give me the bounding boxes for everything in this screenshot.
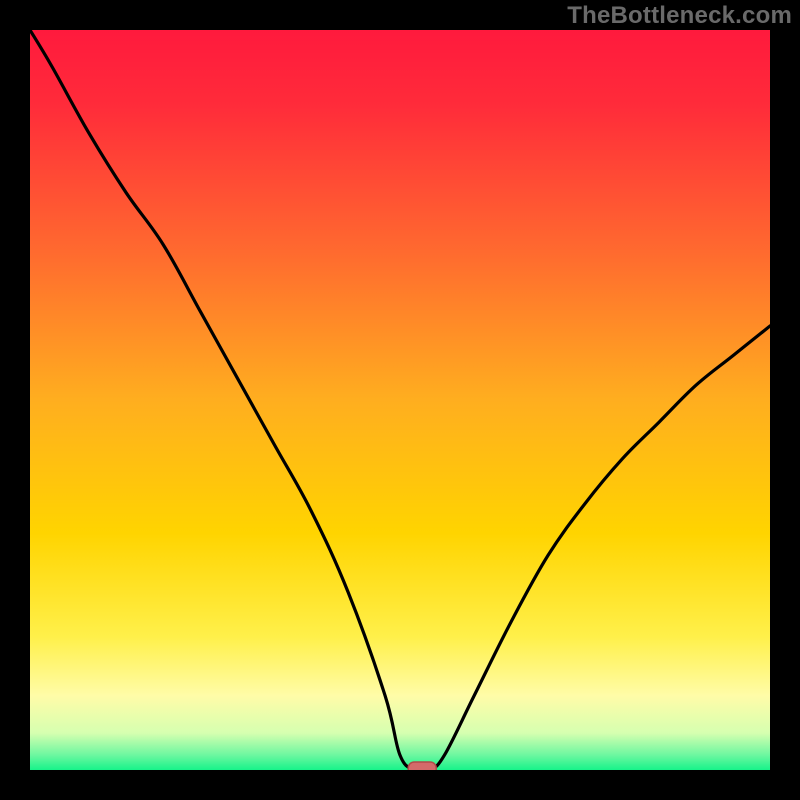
plot-area: [30, 30, 770, 770]
gradient-bg: [30, 30, 770, 770]
chart-svg: [30, 30, 770, 770]
chart-frame: TheBottleneck.com: [0, 0, 800, 800]
min-marker: [408, 762, 436, 770]
watermark-text: TheBottleneck.com: [567, 2, 792, 30]
